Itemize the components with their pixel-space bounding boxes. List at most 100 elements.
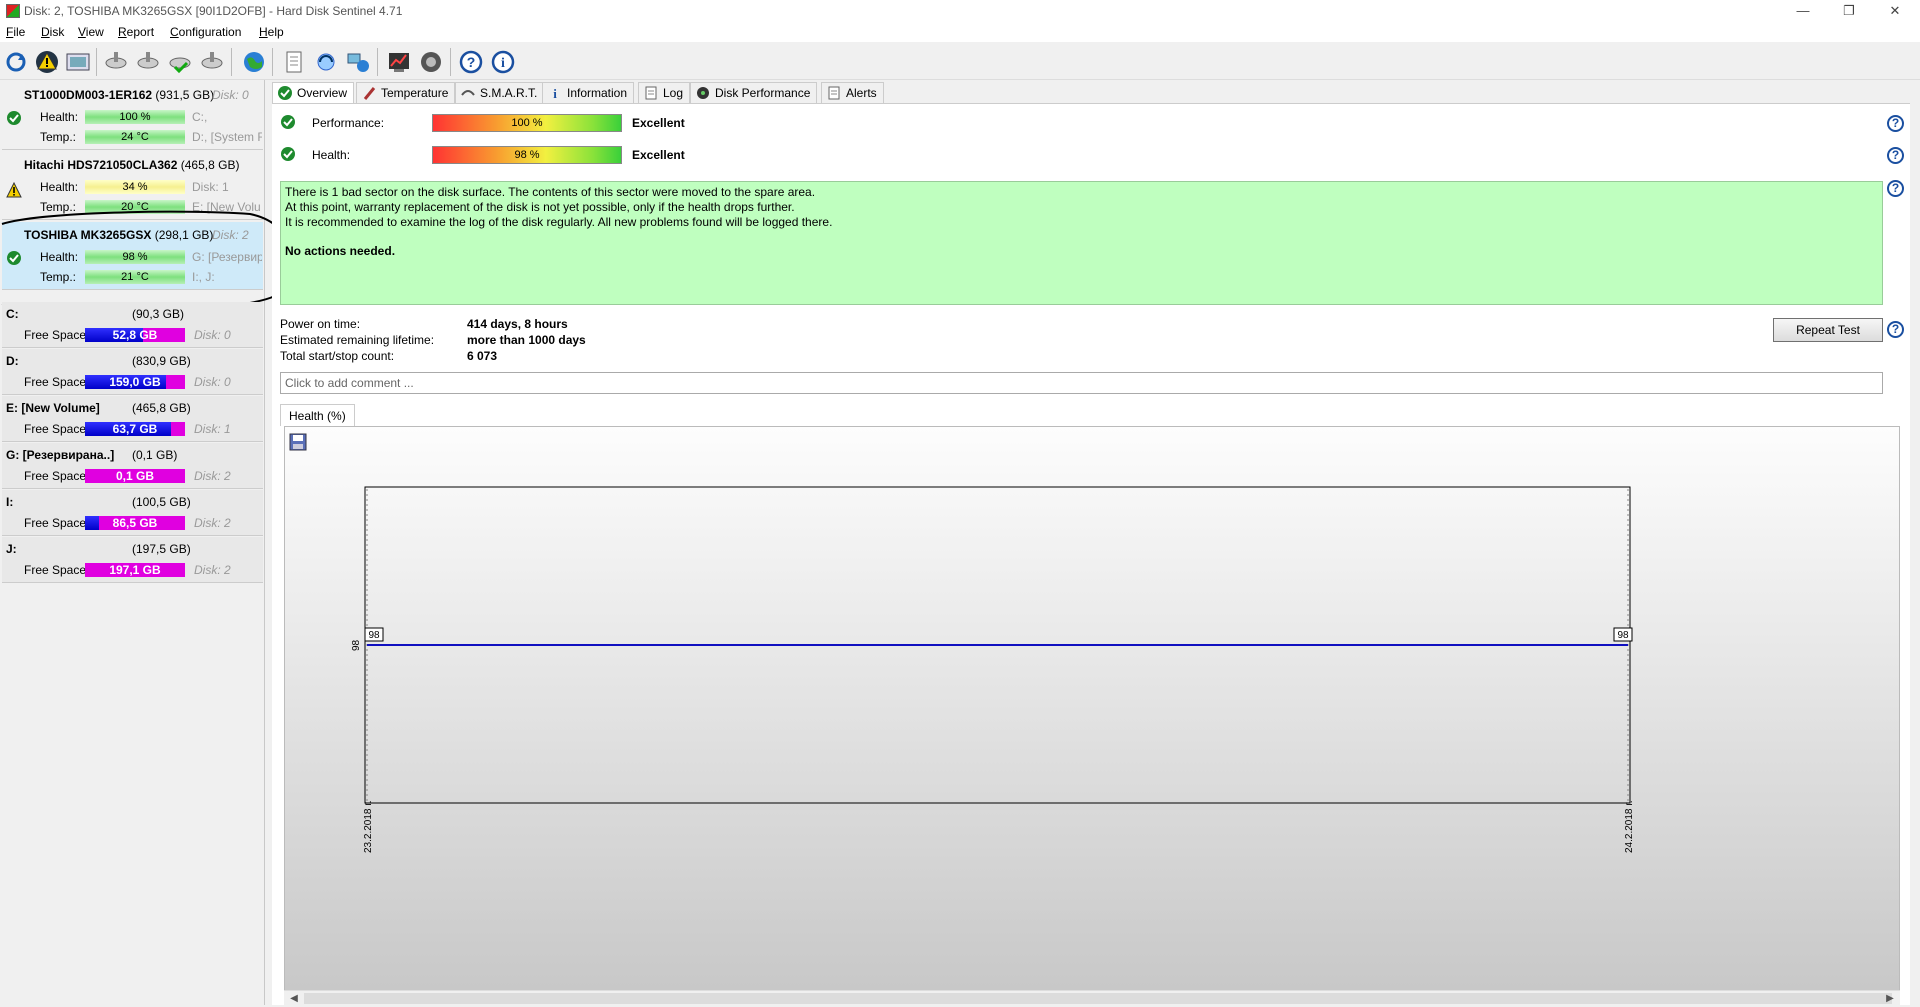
- y-tick-label: 98: [351, 639, 362, 651]
- partition-info: G: [Резервира: [192, 250, 262, 264]
- free-space-label: Free Space: [24, 563, 87, 577]
- volume-entry[interactable]: E: [New Volume] (465,8 GB) Free Space 63…: [2, 396, 263, 442]
- menu-report[interactable]: Report: [118, 25, 154, 39]
- menu-configuration[interactable]: Configuration: [170, 25, 241, 39]
- volume-disk: Disk: 2: [194, 469, 231, 483]
- minimize-button[interactable]: —: [1780, 0, 1826, 22]
- svg-text:?: ?: [467, 54, 476, 70]
- health-label: Health:: [312, 148, 351, 162]
- x-tick-label: 23.2.2018 г.: [363, 801, 374, 853]
- volume-name: I:: [6, 495, 14, 509]
- overview-panel: Performance: 100 % Excellent ? Health: 9…: [272, 103, 1910, 1006]
- alerts-icon: [828, 86, 840, 100]
- document-icon[interactable]: [281, 49, 307, 75]
- volume-size: (197,5 GB): [132, 542, 191, 556]
- disk-check-icon[interactable]: [167, 49, 193, 75]
- menu-file[interactable]: File: [6, 25, 25, 39]
- report-icon[interactable]: [65, 49, 91, 75]
- free-space-label: Free Space: [24, 516, 87, 530]
- health-rating: Excellent: [632, 148, 685, 162]
- warning-icon[interactable]: [34, 49, 60, 75]
- tab-disk-performance[interactable]: Disk Performance: [690, 82, 818, 103]
- volume-entry[interactable]: J: (197,5 GB) Free Space 197,1 GB Disk: …: [2, 537, 263, 583]
- disk-test-icon[interactable]: [103, 49, 129, 75]
- free-space-label: Free Space: [24, 375, 87, 389]
- svg-text:i: i: [501, 56, 505, 71]
- health-bar: 34 %: [85, 180, 185, 194]
- menu-view[interactable]: View: [78, 25, 104, 39]
- maximize-button[interactable]: ❐: [1826, 0, 1872, 22]
- performance-rating: Excellent: [632, 116, 685, 130]
- volume-size: (90,3 GB): [132, 307, 185, 321]
- tab-smart[interactable]: S.M.A.R.T.: [455, 82, 545, 103]
- startstop-value: 6 073: [467, 349, 498, 363]
- free-space-bar: 86,5 GB: [85, 516, 185, 530]
- tab-overview[interactable]: Overview: [272, 82, 355, 104]
- tab-health-graph[interactable]: Health (%): [280, 404, 355, 426]
- health-row: Health: 98 % Excellent: [280, 145, 1900, 165]
- chart-canvas: 98 23.2.2018 г. 98 24.2.2018 г. 98: [351, 486, 1635, 853]
- help-icon[interactable]: ?: [1887, 321, 1904, 338]
- toolbar: ? i: [0, 42, 1920, 80]
- horizontal-scrollbar[interactable]: ◀ ▶: [284, 990, 1900, 1006]
- warning-icon: [6, 182, 22, 198]
- volume-entry[interactable]: D: (830,9 GB) Free Space 159,0 GB Disk: …: [2, 349, 263, 395]
- ok-check-icon: [281, 147, 295, 161]
- disk-name: ST1000DM003-1ER162: [24, 88, 153, 102]
- smart-icon: [461, 90, 475, 96]
- disk-number: Disk: 0: [212, 88, 249, 102]
- help-icon[interactable]: ?: [1887, 180, 1904, 197]
- volume-entry[interactable]: G: [Резервирана..] (0,1 GB) Free Space 0…: [2, 443, 263, 489]
- volume-entry[interactable]: I: (100,5 GB) Free Space 86,5 GB Disk: 2: [2, 490, 263, 536]
- repeat-test-button[interactable]: Repeat Test: [1773, 318, 1883, 342]
- volume-disk: Disk: 1: [194, 422, 231, 436]
- disk-entry[interactable]: ST1000DM003-1ER162 (931,5 GB) Disk: 0 He…: [2, 82, 263, 150]
- volume-entry[interactable]: C: (90,3 GB) Free Space 52,8 GB Disk: 0: [2, 302, 263, 348]
- free-space-label: Free Space: [24, 328, 87, 342]
- close-button[interactable]: ✕: [1872, 0, 1918, 22]
- startstop-label: Total start/stop count:: [280, 349, 395, 363]
- svg-text:i: i: [553, 86, 557, 101]
- performance-bar: 100 %: [432, 114, 622, 132]
- speaker-icon[interactable]: [418, 49, 444, 75]
- sync-icon[interactable]: [313, 49, 339, 75]
- tab-temperature[interactable]: Temperature: [356, 82, 456, 103]
- temp-bar: 20 °C: [85, 200, 185, 214]
- toolbar-separator: [272, 48, 273, 76]
- tab-log[interactable]: Log: [638, 82, 691, 103]
- info-icon[interactable]: i: [490, 49, 516, 75]
- volume-disk: Disk: 0: [194, 375, 231, 389]
- volume-size: (0,1 GB): [132, 448, 178, 462]
- message-line: It is recommended to examine the log of …: [285, 215, 833, 229]
- scrollbar-thumb[interactable]: [304, 993, 1892, 1004]
- temp-label: Temp.:: [40, 270, 77, 284]
- refresh-icon[interactable]: [3, 49, 29, 75]
- menu-help[interactable]: Help: [259, 25, 284, 39]
- health-bar: 98 %: [432, 146, 622, 164]
- power-on-label: Power on time:: [280, 317, 361, 331]
- menu-disk[interactable]: Disk: [41, 25, 64, 39]
- help-icon[interactable]: ?: [458, 49, 484, 75]
- health-bar: 98 %: [85, 250, 185, 264]
- surface-test-icon[interactable]: [135, 49, 161, 75]
- window-title: Disk: 2, TOSHIBA MK3265GSX [90I1D2OFB] -…: [24, 4, 403, 18]
- tab-alerts[interactable]: Alerts: [821, 82, 884, 103]
- volume-disk: Disk: 2: [194, 563, 231, 577]
- performance-label: Performance:: [312, 116, 385, 130]
- network-icon[interactable]: [345, 49, 371, 75]
- tab-information[interactable]: i Information: [542, 82, 635, 103]
- benchmark-icon[interactable]: [386, 49, 412, 75]
- disk-size: (931,5 GB): [155, 88, 215, 102]
- disk-entry-selected[interactable]: TOSHIBA MK3265GSX (298,1 GB) Disk: 2 Hea…: [2, 222, 263, 290]
- status-message-box: There is 1 bad sector on the disk surfac…: [280, 181, 1883, 305]
- disk-number: Disk: 1: [192, 180, 229, 194]
- disk-entry[interactable]: Hitachi HDS721050CLA362 (465,8 GB) Healt…: [2, 152, 263, 220]
- ok-check-icon: [7, 111, 21, 125]
- comment-input[interactable]: Click to add comment ...: [280, 372, 1883, 394]
- info-icon: i: [553, 86, 557, 101]
- help-icon[interactable]: ?: [1887, 115, 1904, 132]
- partition-info: C:,: [192, 110, 208, 124]
- help-icon[interactable]: ?: [1887, 147, 1904, 164]
- disk-tool-icon[interactable]: [199, 49, 225, 75]
- globe-icon[interactable]: [241, 49, 267, 75]
